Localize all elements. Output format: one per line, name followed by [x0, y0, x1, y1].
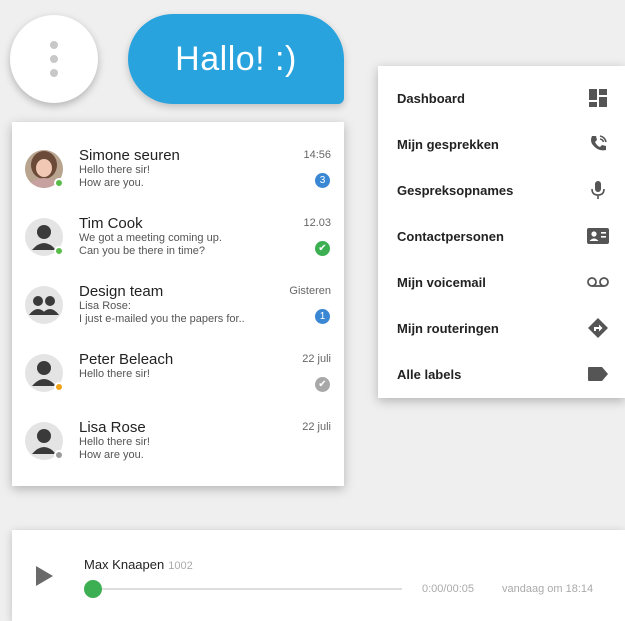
dashboard-icon: [587, 87, 609, 109]
menu-item-voicemail[interactable]: Mijn voicemail: [378, 259, 625, 305]
menu-item-label: Mijn gesprekken: [397, 136, 499, 152]
menu-item-my-calls[interactable]: Mijn gesprekken: [378, 121, 625, 167]
conversation-name: Simone seuren: [79, 147, 180, 164]
online-status-dot: [54, 246, 64, 256]
greeting-text: Hallo! :): [175, 39, 297, 78]
more-dot-icon: [50, 55, 58, 63]
conversation-preview: Hello there sir!: [79, 164, 150, 176]
conversation-preview: Hello there sir!: [79, 436, 150, 448]
avatar: [25, 286, 63, 324]
menu-item-all-labels[interactable]: Alle labels: [378, 351, 625, 397]
offline-status-dot: [54, 450, 64, 460]
caller-extension: 1002: [168, 560, 193, 572]
group-icon: [29, 296, 59, 315]
conversation-time: 22 juli: [302, 421, 331, 433]
menu-item-dashboard[interactable]: Dashboard: [378, 75, 625, 121]
avatar: [25, 354, 64, 392]
caller-name: Max Knaapen: [84, 557, 165, 572]
conversation-time: 12.03: [303, 217, 331, 229]
conversation-item[interactable]: Tim Cook We got a meeting coming up. Can…: [12, 206, 344, 274]
play-icon[interactable]: [36, 566, 53, 586]
conversation-item[interactable]: Lisa Rose Hello there sir! How are you. …: [12, 410, 344, 478]
label-icon: [587, 363, 609, 385]
avatar: [25, 218, 64, 256]
more-dot-icon: [50, 69, 58, 77]
contact-card-icon: [587, 225, 609, 247]
conversation-name: Lisa Rose: [79, 419, 146, 436]
menu-item-label: Mijn voicemail: [397, 274, 486, 290]
playback-time: 0:00/00:05: [422, 583, 474, 595]
menu-item-routings[interactable]: Mijn routeringen: [378, 305, 625, 351]
online-status-dot: [54, 178, 64, 188]
menu-item-label: Contactpersonen: [397, 228, 504, 244]
menu-item-label: Alle labels: [397, 366, 462, 382]
menu-item-label: Gespreksopnames: [397, 182, 514, 198]
progress-handle[interactable]: [84, 580, 102, 598]
conversation-preview: How are you.: [79, 449, 144, 461]
menu-item-label: Dashboard: [397, 90, 465, 106]
away-status-dot: [54, 382, 64, 392]
conversation-item[interactable]: Simone seuren Hello there sir! How are y…: [12, 138, 344, 206]
progress-track[interactable]: [92, 588, 402, 590]
greeting-bubble: Hallo! :): [128, 14, 344, 104]
navigation-menu: Dashboard Mijn gesprekken Gespreksopname…: [378, 66, 625, 398]
conversation-item[interactable]: Peter Beleach Hello there sir! 22 juli ✔: [12, 342, 344, 410]
menu-item-contacts[interactable]: Contactpersonen: [378, 213, 625, 259]
conversation-item[interactable]: Design team Lisa Rose: I just e-mailed y…: [12, 274, 344, 342]
avatar: [25, 150, 64, 188]
conversation-preview: How are you.: [79, 177, 144, 189]
unread-badge: 3: [315, 173, 330, 188]
conversation-name: Design team: [79, 283, 164, 300]
avatar: [25, 422, 64, 460]
conversation-name: Tim Cook: [79, 215, 143, 232]
conversation-preview: Can you be there in time?: [79, 245, 205, 257]
conversation-preview: We got a meeting coming up.: [79, 232, 222, 244]
recording-date: vandaag om 18:14: [502, 583, 594, 595]
conversation-time: 14:56: [303, 149, 331, 161]
conversation-time: 22 juli: [302, 353, 331, 365]
read-check-badge: ✔: [315, 241, 330, 256]
conversation-preview: Lisa Rose:: [79, 300, 131, 312]
conversation-time: Gisteren: [289, 285, 331, 297]
conversation-preview: Hello there sir!: [79, 368, 150, 380]
more-dot-icon: [50, 41, 58, 49]
conversation-preview: I just e-mailed you the papers for..: [79, 313, 245, 325]
unread-badge: 1: [315, 309, 330, 324]
conversation-list: Simone seuren Hello there sir! How are y…: [12, 122, 344, 486]
caller-info: Max Knaapen 1002: [84, 557, 193, 572]
more-menu-button[interactable]: [10, 15, 98, 103]
directions-icon: [587, 317, 609, 339]
phone-call-icon: [587, 133, 609, 155]
audio-player: Max Knaapen 1002 0:00/00:05 vandaag om 18…: [12, 530, 625, 621]
conversation-name: Peter Beleach: [79, 351, 174, 368]
menu-item-label: Mijn routeringen: [397, 320, 499, 336]
menu-item-call-recordings[interactable]: Gespreksopnames: [378, 167, 625, 213]
microphone-icon: [587, 179, 609, 201]
read-check-badge: ✔: [315, 377, 330, 392]
voicemail-icon: [587, 271, 609, 293]
